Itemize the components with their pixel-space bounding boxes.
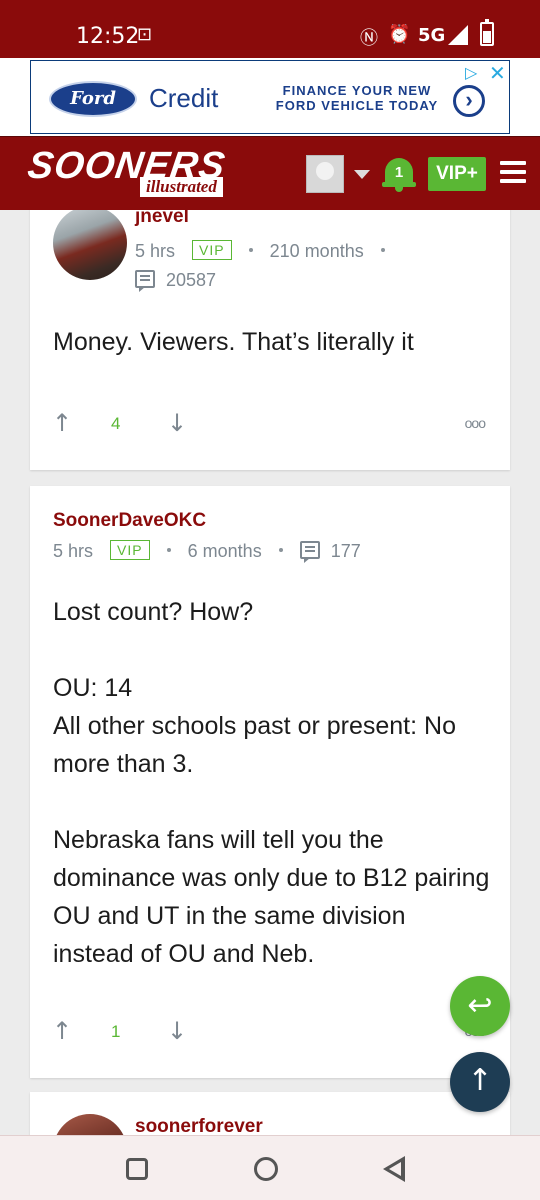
separator-dot — [278, 548, 283, 552]
battery-icon — [480, 19, 494, 46]
network-type: 5G — [418, 25, 446, 46]
vip-badge: VIP — [192, 240, 232, 260]
ford-logo: Ford — [49, 81, 137, 117]
comment-card: SoonerDaveOKC 5 hrs VIP 6 months 177 Los… — [30, 486, 510, 1078]
cast-icon: ⊡ — [137, 24, 153, 45]
user-avatar[interactable] — [306, 155, 344, 193]
comment-body: Money. Viewers. That’s literally it — [53, 328, 414, 356]
comment-username[interactable]: soonerforever — [135, 1116, 263, 1135]
back-icon[interactable] — [383, 1156, 407, 1182]
close-icon[interactable]: ✕ — [489, 61, 506, 86]
comment-username[interactable]: jnevel — [135, 210, 189, 228]
vip-badge: VIP — [110, 540, 150, 560]
commenter-avatar[interactable] — [53, 210, 127, 280]
upvote-icon[interactable]: ↑ — [52, 408, 72, 438]
post-count: 20587 — [166, 270, 217, 290]
home-icon[interactable] — [254, 1157, 278, 1181]
comment-username[interactable]: SoonerDaveOKC — [53, 510, 206, 532]
separator-dot — [380, 248, 385, 252]
ad-headline: FINANCE YOUR NEW FORD VEHICLE TODAY — [267, 83, 447, 113]
comment-card: jnevel 5 hrs VIP 210 months 20587 Money.… — [30, 210, 510, 470]
vote-count: 1 — [111, 1022, 121, 1041]
comment-post-count: 20587 — [135, 270, 217, 292]
more-options-icon[interactable]: ooo — [465, 410, 486, 436]
posts-icon — [299, 541, 320, 563]
chevron-right-icon[interactable]: › — [453, 85, 485, 117]
comment-card: soonerforever — [30, 1092, 510, 1135]
downvote-icon[interactable]: ↓ — [167, 1016, 187, 1046]
posts-icon — [135, 270, 155, 292]
downvote-icon[interactable]: ↓ — [167, 408, 187, 438]
comment-body: Lost count? How? OU: 14 All other school… — [53, 598, 490, 968]
scroll-to-top-button[interactable]: ↑ — [450, 1052, 510, 1112]
site-header: SOONERS illustrated 1 VIP+ — [0, 136, 540, 210]
comment-time: 5 hrs — [53, 541, 94, 561]
nfc-icon: Ⓝ — [360, 28, 378, 49]
status-bar: 12:52 ⊡ Ⓝ ⏰ 5G — [0, 0, 540, 58]
ad-banner[interactable]: Ford Credit FINANCE YOUR NEW FORD VEHICL… — [0, 58, 540, 136]
chevron-down-icon[interactable] — [354, 170, 370, 179]
membership-length: 210 months — [269, 241, 364, 261]
vote-count: 4 — [111, 414, 121, 433]
ad-headline-line2: FORD VEHICLE TODAY — [275, 98, 439, 113]
comment-meta: 5 hrs VIP 210 months — [135, 240, 397, 262]
hamburger-menu-icon[interactable] — [500, 161, 526, 183]
vip-plus-button[interactable]: VIP+ — [428, 157, 486, 191]
site-logo-subtitle: illustrated — [140, 177, 223, 197]
recents-icon[interactable] — [126, 1158, 148, 1180]
status-time: 12:52 — [76, 24, 140, 49]
separator-dot — [166, 548, 171, 552]
notification-bell-icon[interactable]: 1 — [382, 152, 416, 192]
system-nav-bar — [0, 1135, 540, 1200]
alarm-icon: ⏰ — [388, 24, 411, 45]
vote-row: ↑ 1 ↓ ooo — [30, 1016, 510, 1046]
membership-length: 6 months — [187, 541, 262, 561]
ad-brand-product: Credit — [149, 83, 219, 113]
comment-time: 5 hrs — [135, 241, 176, 261]
commenter-avatar[interactable] — [53, 1114, 127, 1135]
notification-count: 1 — [394, 164, 404, 181]
comment-meta: 5 hrs VIP 6 months 177 — [53, 540, 361, 563]
separator-dot — [248, 248, 253, 252]
ad-headline-line1: FINANCE YOUR NEW — [282, 83, 432, 98]
vote-row: ↑ 4 ↓ ooo — [30, 408, 510, 438]
ad-choices-icon[interactable]: ▷ — [465, 63, 477, 83]
upvote-icon[interactable]: ↑ — [52, 1016, 72, 1046]
signal-icon — [448, 25, 468, 45]
reply-button[interactable]: ↩ — [450, 976, 510, 1036]
post-count: 177 — [330, 541, 361, 561]
ad-frame[interactable]: Ford Credit FINANCE YOUR NEW FORD VEHICL… — [30, 60, 510, 134]
